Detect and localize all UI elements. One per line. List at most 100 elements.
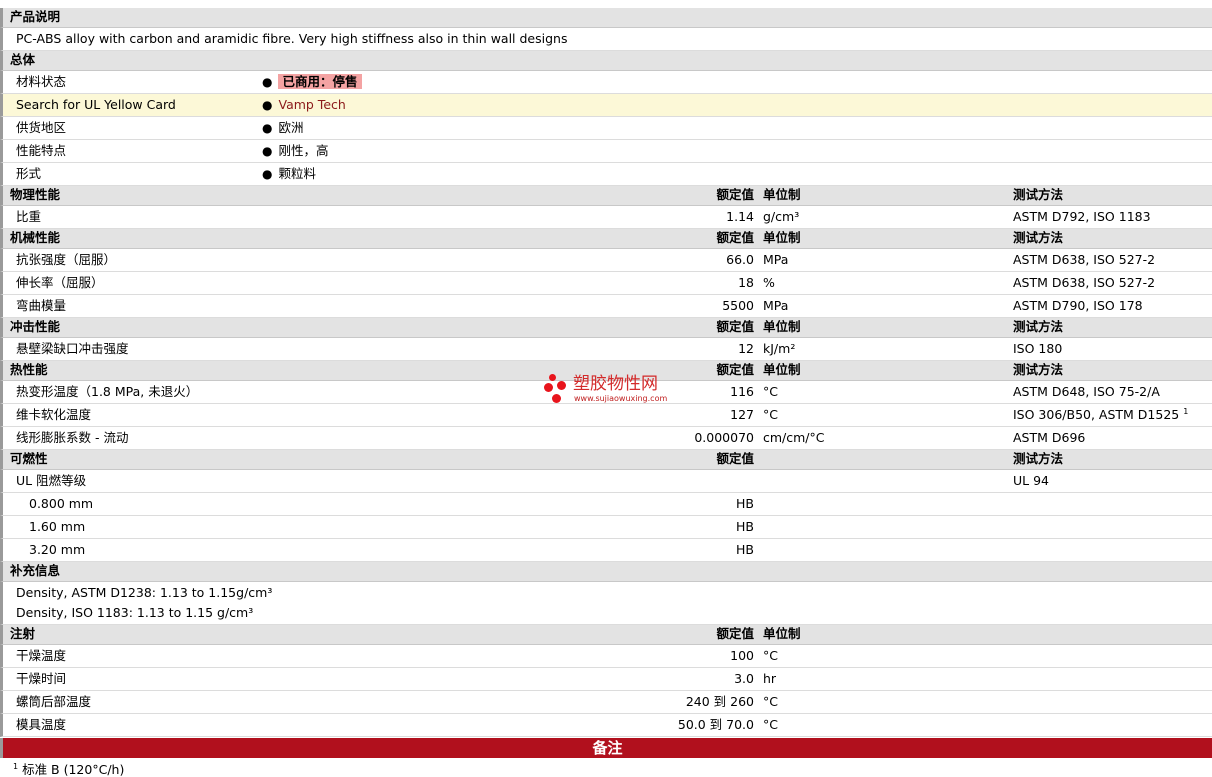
property-label: 维卡软化温度 (16, 407, 92, 422)
supplemental-line: Density, ISO 1183: 1.13 to 1.15 g/cm³ (16, 605, 254, 620)
property-unit: °C (763, 648, 778, 663)
property-label: 3.20 mm (29, 542, 86, 557)
supplemental-block: Density, ASTM D1238: 1.13 to 1.15g/cm³ De… (0, 582, 1212, 625)
header-test: 测试方法 (1013, 362, 1064, 377)
section-title: 补充信息 (10, 563, 61, 578)
property-unit: cm/cm/°C (763, 430, 825, 445)
property-value: HB (736, 519, 754, 534)
product-description: PC-ABS alloy with carbon and aramidic fi… (16, 31, 568, 46)
general-value: ● 刚性，高 (262, 143, 329, 159)
supplier-link[interactable]: Vamp Tech (278, 97, 345, 112)
property-value: 18 (738, 275, 754, 290)
general-value[interactable]: ● Vamp Tech (262, 97, 346, 113)
test-method: ISO 180 (1013, 342, 1062, 356)
section-header-supplemental: 补充信息 (0, 562, 1212, 582)
property-value: 127 (730, 407, 754, 422)
test-method-text: ASTM D648, ISO 75-2/A (1013, 384, 1160, 399)
section-header-flammability: 可燃性 额定值 测试方法 (0, 450, 1212, 470)
test-method: ASTM D648, ISO 75-2/A (1013, 385, 1160, 399)
property-row: 干燥时间 3.0 hr (0, 668, 1212, 691)
test-method-text: ISO 306/B50, ASTM D1525 (1013, 407, 1180, 422)
bullet-icon: ● (262, 144, 273, 158)
property-label: 0.800 mm (29, 496, 94, 511)
property-row: 伸长率（屈服） 18% ASTM D638, ISO 527-2 (0, 272, 1212, 295)
property-row: 抗张强度（屈服） 66.0 MPa ASTM D638, ISO 527-2 (0, 249, 1212, 272)
general-value: ● 已商用：停售 (262, 74, 362, 89)
bullet-icon: ● (262, 75, 273, 89)
bullet-icon: ● (262, 121, 273, 135)
general-label: 材料状态 (16, 74, 67, 89)
general-label: 形式 (16, 166, 42, 181)
property-unit: °C (763, 717, 778, 732)
general-value: ● 欧洲 (262, 120, 304, 136)
header-unit: 单位制 (763, 187, 801, 202)
property-label: 螺筒后部温度 (16, 694, 92, 709)
property-label: 热变形温度（1.8 MPa, 未退火） (16, 384, 199, 399)
property-unit: % (763, 275, 775, 290)
property-value: 0.000070 (694, 430, 754, 445)
general-row: 材料状态 ● 已商用：停售 (0, 71, 1212, 94)
test-method: ASTM D790, ISO 178 (1013, 299, 1143, 313)
property-label: 干燥温度 (16, 648, 67, 663)
general-label: Search for UL Yellow Card (16, 97, 176, 112)
property-row: 维卡软化温度 127 °C ISO 306/B50, ASTM D1525 1 (0, 404, 1212, 427)
watermark-logo: 塑胶物性网 www.sujiaowuxing.com (544, 374, 674, 406)
property-unit: kJ/m² (763, 341, 796, 356)
watermark-url: www.sujiaowuxing.com (574, 394, 668, 403)
footnote-number: 1 (13, 762, 19, 771)
header-unit: 单位制 (763, 319, 801, 334)
section-header-impact: 冲击性能 额定值 单位制 测试方法 (0, 318, 1212, 338)
footnote: 1 标准 B (120°C/h) (13, 763, 124, 777)
property-value: 100 (730, 648, 754, 663)
bullet-icon: ● (262, 167, 273, 181)
property-value: 3.0 (734, 671, 754, 686)
property-row: 比重 1.14 g/cm³ ASTM D792, ISO 1183 (0, 206, 1212, 229)
section-header-injection: 注射 额定值 单位制 (0, 625, 1212, 645)
watermark-name: 塑胶物性网 (573, 374, 658, 394)
property-label: 比重 (16, 209, 42, 224)
general-value-text: 欧洲 (278, 120, 304, 135)
test-method: ASTM D696 (1013, 431, 1085, 445)
header-value: 额定值 (716, 187, 754, 202)
property-value: 5500 (722, 298, 754, 313)
section-title: 产品说明 (10, 9, 61, 24)
section-header-general: 总体 (0, 51, 1212, 71)
header-value: 额定值 (716, 230, 754, 245)
property-value: 66.0 (726, 252, 754, 267)
property-unit: °C (763, 694, 778, 709)
general-value-text: 刚性，高 (278, 143, 329, 158)
header-test: 测试方法 (1013, 451, 1064, 466)
section-title: 物理性能 (10, 187, 61, 202)
property-unit: MPa (763, 252, 789, 267)
supplemental-line: Density, ASTM D1238: 1.13 to 1.15g/cm³ (16, 585, 273, 600)
property-value: 240 到 260 (685, 694, 754, 709)
header-test: 测试方法 (1013, 187, 1064, 202)
property-value: 50.0 到 70.0 (677, 717, 754, 732)
general-row: 供货地区 ● 欧洲 (0, 117, 1212, 140)
property-unit: g/cm³ (763, 209, 800, 224)
test-method-text: ISO 180 (1013, 341, 1063, 356)
property-unit: hr (763, 671, 777, 686)
property-row: 干燥温度 100 °C (0, 645, 1212, 668)
general-value: ● 颗粒料 (262, 167, 316, 182)
header-value: 额定值 (716, 362, 754, 377)
header-unit: 单位制 (763, 230, 801, 245)
property-label: 弯曲模量 (16, 298, 67, 313)
footnote-text: 标准 B (120°C/h) (22, 762, 125, 777)
property-value: HB (736, 542, 754, 557)
property-row: 1.60 mm HB (0, 516, 1212, 539)
test-method-text: ASTM D792, ISO 1183 (1013, 209, 1151, 224)
section-header-mechanical: 机械性能 额定值 单位制 测试方法 (0, 229, 1212, 249)
header-value: 额定值 (716, 626, 754, 641)
notes-header: 备注 (0, 738, 1212, 758)
property-value: 12 (738, 341, 754, 356)
footnote-ref: 1 (1183, 407, 1189, 416)
header-value: 额定值 (716, 451, 754, 466)
property-row: 0.800 mm HB (0, 493, 1212, 516)
header-unit: 单位制 (763, 626, 801, 641)
property-label: 线形膨胀系数 - 流动 (16, 430, 129, 445)
test-method: ASTM D792, ISO 1183 (1013, 210, 1151, 224)
property-row: 模具温度 50.0 到 70.0 °C (0, 714, 1212, 737)
header-value: 额定值 (716, 319, 754, 334)
logo-dot-icon (544, 383, 553, 392)
